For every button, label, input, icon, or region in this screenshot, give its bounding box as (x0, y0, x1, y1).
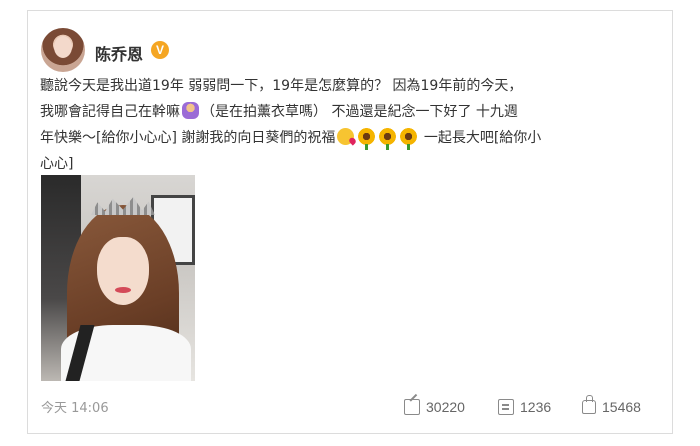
post-timestamp[interactable]: 今天 14:06 (41, 397, 109, 416)
comment-button[interactable]: 1236 (498, 397, 551, 417)
forward-count: 30220 (426, 399, 465, 415)
forward-button[interactable]: 30220 (404, 397, 465, 417)
author-name[interactable]: 陈乔恩 (95, 41, 143, 65)
post-text: 聽說今天是我出道19年 弱弱問一下，19年是怎麼算的？ 因為19年前的今天， 我… (40, 73, 666, 177)
post-text-line-2-a: 我哪會記得自己在幹嘛 (40, 104, 180, 120)
like-button[interactable]: 15468 (582, 395, 641, 417)
avatar[interactable] (41, 28, 85, 72)
post-text-line-4: 心心] (40, 156, 74, 172)
woman-shrugging-emoji-icon (182, 102, 199, 119)
face-blowing-kiss-emoji-icon (337, 128, 355, 145)
sunflower-emoji-icon (358, 128, 376, 150)
post-text-line-2: 我哪會記得自己在幹嘛 （是在拍薰衣草嗎） 不過還是紀念一下好了 十九週 (40, 99, 666, 125)
post-text-line-3-a: 年快樂～[給你小心心] 謝謝我的向日葵們的祝福 (40, 130, 336, 146)
sunflower-emoji-icon (379, 128, 397, 150)
post-text-line-3-b: 一起長大吧[給你小 (423, 130, 542, 146)
post-photo[interactable] (41, 175, 195, 381)
weibo-post-card: 陈乔恩 V 聽說今天是我出道19年 弱弱問一下，19年是怎麼算的？ 因為19年前… (27, 10, 673, 434)
post-text-line-2-b: （是在拍薰衣草嗎） 不過還是紀念一下好了 十九週 (201, 104, 518, 120)
comment-count: 1236 (520, 399, 552, 415)
like-count: 15468 (602, 399, 641, 415)
sunflower-emoji-icon (400, 128, 418, 150)
thumbs-up-icon (582, 395, 596, 414)
comment-icon (498, 399, 514, 415)
post-text-line-1: 聽說今天是我出道19年 弱弱問一下，19年是怎麼算的？ 因為19年前的今天， (40, 78, 523, 94)
photo-face (97, 237, 149, 305)
photo-lips (115, 287, 131, 293)
share-icon (404, 399, 420, 415)
verified-badge-icon: V (151, 41, 169, 59)
post-text-line-3: 年快樂～[給你小心心] 謝謝我的向日葵們的祝福 一起長大吧[給你小 (40, 125, 666, 151)
